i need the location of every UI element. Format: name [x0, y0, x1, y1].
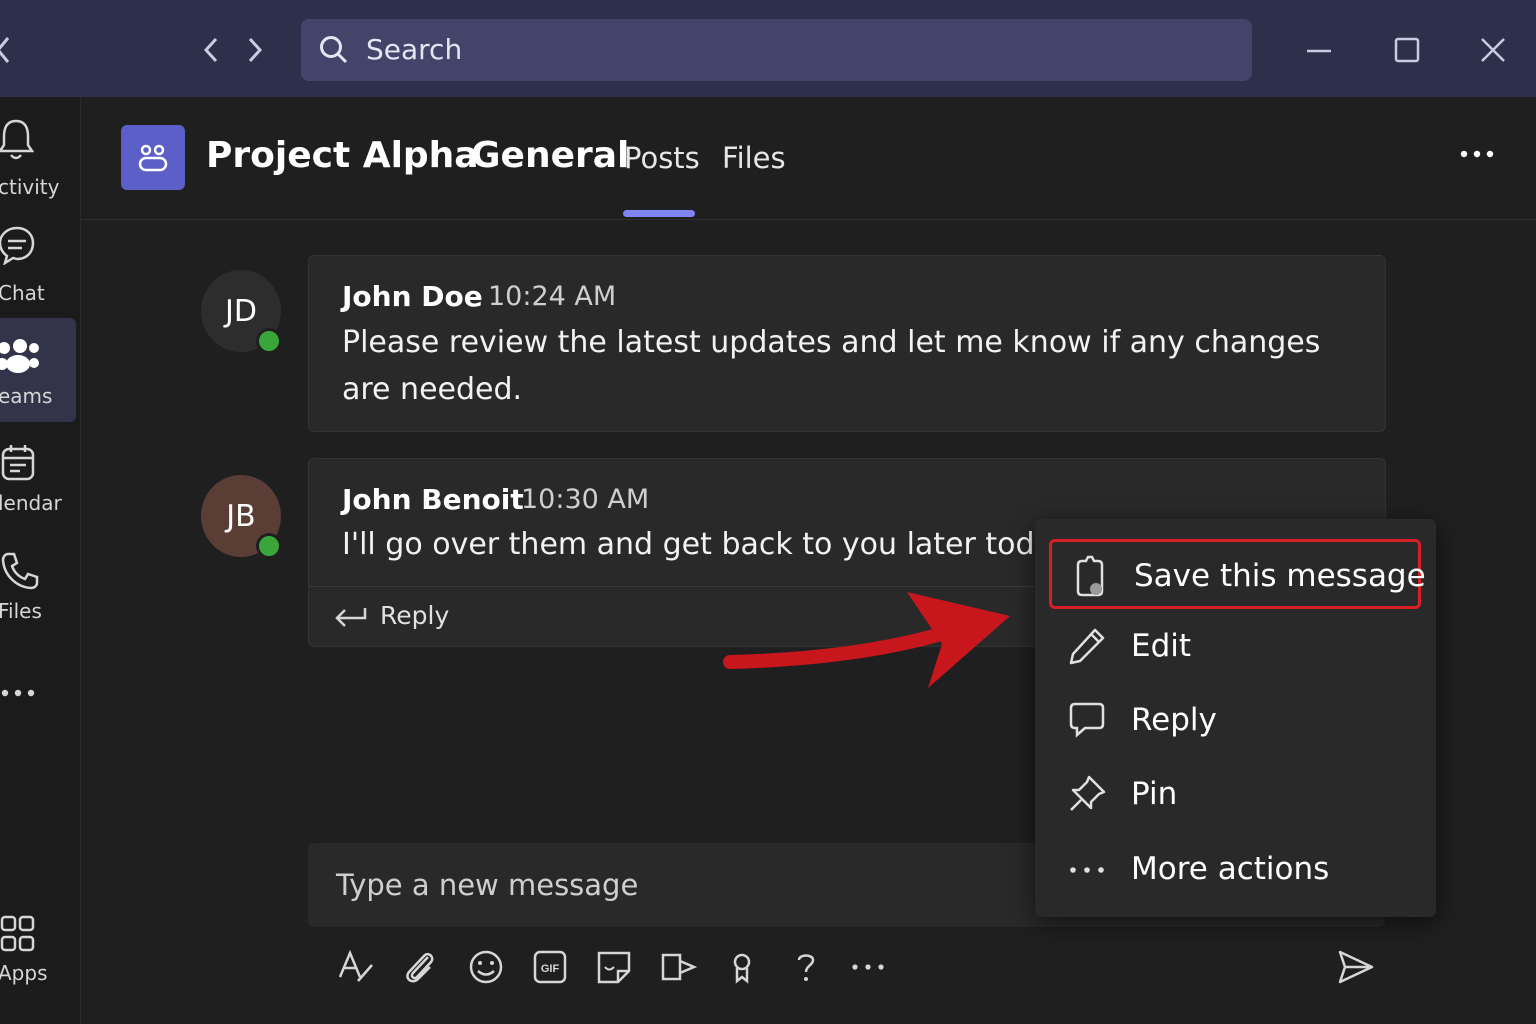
menu-label: Reply [1131, 702, 1217, 738]
rail-label-files: Files [0, 599, 42, 623]
menu-item-pin[interactable]: Pin [1049, 762, 1421, 828]
message-author[interactable]: John Doe [342, 280, 483, 313]
history-forward-icon[interactable] [244, 36, 266, 64]
menu-label: More actions [1131, 851, 1330, 887]
team-avatar[interactable] [121, 125, 185, 190]
team-icon [137, 142, 169, 174]
message-timestamp: 10:24 AM [488, 281, 617, 312]
emoji-icon[interactable] [464, 945, 508, 989]
pencil-icon [1067, 626, 1107, 666]
rail-item-chat[interactable]: Chat [0, 213, 76, 317]
channel-more-options-icon[interactable] [1459, 149, 1495, 159]
chat-icon [0, 225, 36, 265]
rail-item-files[interactable]: Files [0, 533, 76, 637]
send-icon[interactable] [1334, 945, 1378, 989]
speech-bubble-icon [1067, 700, 1107, 740]
rail-item-apps[interactable]: Apps [0, 907, 76, 1011]
rail-label-apps: Apps [0, 961, 48, 985]
active-tab-indicator [623, 210, 695, 217]
menu-item-edit[interactable]: Edit [1049, 614, 1421, 680]
menu-label: Save this message [1134, 558, 1426, 594]
close-icon[interactable] [1480, 37, 1506, 63]
message-context-menu: Save this message Edit Reply Pin More ac… [1035, 519, 1436, 917]
rail-label-calendar: lendar [0, 491, 62, 515]
apps-grid-icon [0, 915, 36, 955]
maximize-icon[interactable] [1394, 37, 1420, 63]
menu-label: Edit [1131, 628, 1192, 664]
calendar-icon [0, 443, 36, 483]
tab-files[interactable]: Files [722, 141, 786, 175]
schedule-meeting-icon[interactable] [656, 945, 700, 989]
history-back-icon[interactable] [200, 36, 222, 64]
rail-label-chat: Chat [0, 281, 45, 305]
search-placeholder: Search [366, 33, 463, 66]
more-apps-ellipsis-icon[interactable] [0, 687, 40, 699]
praise-icon[interactable] [720, 945, 764, 989]
menu-item-reply[interactable]: Reply [1049, 688, 1421, 754]
message-body: I'll go over them and get back to you la… [342, 527, 1076, 562]
more-options-icon[interactable] [846, 945, 890, 989]
search-icon [319, 35, 349, 65]
menu-item-save-message[interactable]: Save this message [1049, 539, 1426, 609]
phone-icon [0, 551, 40, 591]
menu-item-more-actions[interactable]: More actions [1049, 837, 1421, 903]
message-author[interactable]: John Benoit [342, 483, 524, 516]
message-body: Please review the latest updates and let… [342, 325, 1321, 407]
channel-header: Project Alpha General Posts Files [81, 97, 1536, 220]
rail-label-activity: ctivity [0, 175, 60, 199]
ellipsis-icon [1067, 865, 1107, 905]
bookmark-icon [1070, 555, 1110, 597]
help-icon[interactable] [784, 945, 828, 989]
gif-icon[interactable]: GIF [529, 945, 573, 989]
format-icon[interactable] [334, 945, 378, 989]
menu-label: Pin [1131, 776, 1178, 812]
rail-item-teams[interactable]: eams [0, 318, 76, 422]
presence-online-icon [256, 328, 282, 354]
reply-label: Reply [380, 601, 450, 630]
title-bar: Search [0, 0, 1536, 97]
rail-label-teams: eams [0, 384, 53, 408]
channel-name[interactable]: General [471, 135, 629, 176]
sticker-icon[interactable] [592, 945, 636, 989]
presence-online-icon [256, 533, 282, 559]
message-card[interactable]: John Doe 10:24 AM Please review the late… [308, 255, 1386, 432]
back-arrow-icon[interactable] [0, 36, 14, 64]
rail-item-calendar[interactable]: lendar [0, 425, 76, 529]
pin-icon [1067, 774, 1107, 814]
reply-button[interactable]: Reply [334, 599, 474, 635]
compose-placeholder: Type a new message [336, 868, 639, 902]
avatar-initials: JB [226, 498, 256, 534]
rail-item-activity[interactable]: ctivity [0, 107, 76, 211]
bell-icon [0, 117, 34, 161]
minimize-icon[interactable] [1306, 38, 1332, 64]
message-timestamp: 10:30 AM [521, 484, 650, 515]
avatar-initials: JD [225, 293, 257, 329]
svg-text:GIF: GIF [541, 963, 560, 975]
tab-posts[interactable]: Posts [624, 141, 700, 175]
annotation-arrow [722, 590, 1012, 690]
reply-arrow-icon [334, 605, 368, 629]
app-rail: ctivity Chat eams lendar Files Apps [0, 97, 81, 1024]
attach-icon[interactable] [398, 945, 442, 989]
team-name[interactable]: Project Alpha [206, 135, 479, 176]
search-bar[interactable]: Search [301, 19, 1252, 81]
teams-icon [0, 338, 40, 378]
